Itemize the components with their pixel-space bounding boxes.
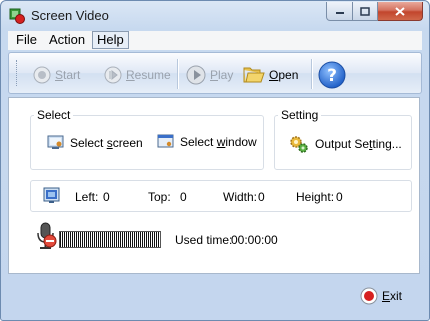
menu-action[interactable]: Action: [45, 32, 89, 48]
resume-button[interactable]: Resume: [104, 65, 171, 85]
select-window-button[interactable]: Select window: [157, 134, 257, 149]
width-label: Width:: [223, 190, 258, 204]
left-label: Left:: [75, 190, 99, 204]
toolbar-grip[interactable]: [16, 60, 20, 86]
record-icon: [33, 66, 51, 84]
exit-button[interactable]: Exit: [360, 287, 402, 305]
close-button[interactable]: [378, 2, 423, 21]
exit-icon: [360, 287, 378, 305]
audio-level-meter: [59, 231, 161, 248]
menu-file[interactable]: File: [12, 32, 41, 48]
play-button[interactable]: Play: [186, 65, 233, 85]
width-value: 0: [258, 190, 265, 204]
top-value: 0: [180, 190, 187, 204]
height-value: 0: [336, 190, 343, 204]
used-time-value: 00:00:00: [231, 233, 278, 247]
screen-icon: [47, 135, 64, 149]
menu-help[interactable]: Help: [92, 31, 129, 49]
folder-icon: [243, 67, 265, 83]
top-label: Top:: [148, 190, 171, 204]
select-screen-button[interactable]: Select screen: [47, 135, 143, 150]
region-info: Left: 0 Top: 0 Width: 0 Height: 0: [30, 180, 412, 212]
open-button[interactable]: Open: [243, 65, 298, 85]
title-bar[interactable]: Screen Video: [1, 1, 429, 30]
window-title: Screen Video: [31, 8, 109, 23]
height-label: Height:: [296, 190, 335, 204]
select-screen-label: Select screen: [70, 135, 143, 150]
maximize-button[interactable]: [353, 2, 378, 21]
bottom-bar: Exit: [8, 275, 422, 315]
output-setting-button[interactable]: Output Setting...: [289, 135, 402, 153]
used-time-label: Used time:: [175, 233, 233, 247]
menu-bar: File Action Help: [8, 31, 422, 50]
output-setting-label: Output Setting...: [315, 137, 402, 151]
help-icon: ?: [318, 61, 346, 89]
play-label: Play: [210, 68, 234, 82]
minimize-button[interactable]: [326, 2, 353, 21]
toolbar: Start Resume Play Open ?: [8, 52, 422, 94]
window-icon: [157, 134, 174, 148]
app-window: Screen Video File Action Help Start Resu…: [0, 0, 430, 321]
app-icon: [9, 8, 25, 24]
exit-label: Exit: [382, 289, 403, 303]
resume-icon: [104, 66, 122, 84]
play-icon: [186, 65, 206, 85]
window-controls: [326, 2, 423, 21]
help-button[interactable]: ?: [318, 61, 346, 89]
microphone-muted-icon: [37, 222, 57, 249]
setting-group: Setting Output Setting...: [274, 108, 412, 170]
minimize-icon: [335, 12, 344, 14]
main-panel: Select Select screen Select window Setti…: [8, 97, 420, 274]
select-group: Select Select screen Select window: [30, 108, 264, 170]
toolbar-separator: [311, 59, 313, 89]
maximize-icon: [360, 6, 370, 16]
close-icon: [395, 6, 405, 16]
open-label: Open: [269, 68, 299, 82]
region-icon: [43, 187, 60, 203]
resume-label: Resume: [126, 68, 171, 82]
setting-group-label: Setting: [278, 108, 322, 122]
start-label: Start: [55, 68, 81, 82]
svg-text:?: ?: [327, 66, 337, 86]
start-button[interactable]: Start: [33, 65, 80, 85]
gear-icon: [290, 136, 308, 153]
select-group-label: Select: [34, 108, 74, 122]
select-window-label: Select window: [180, 134, 257, 149]
left-value: 0: [103, 190, 110, 204]
toolbar-separator: [177, 59, 179, 89]
